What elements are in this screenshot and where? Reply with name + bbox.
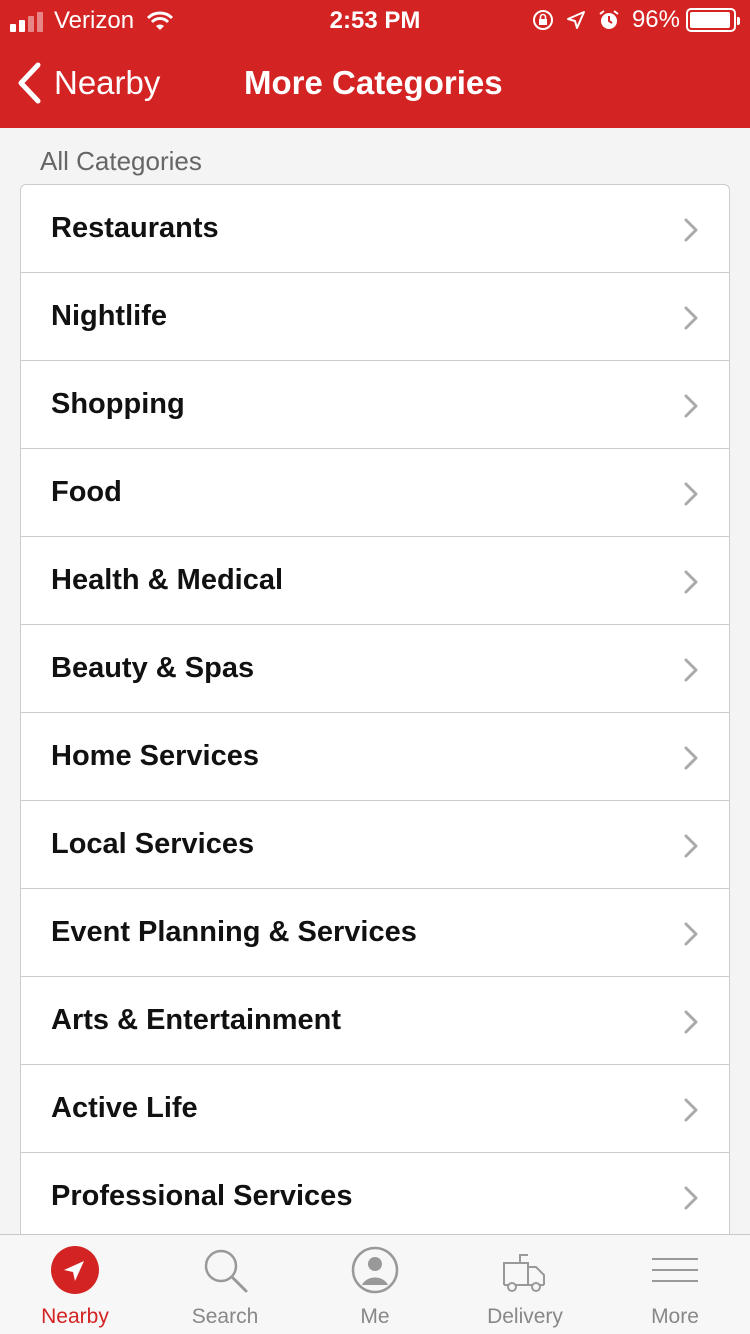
orientation-lock-icon <box>532 10 553 30</box>
category-row[interactable]: Arts & Entertainment <box>21 977 729 1065</box>
category-row[interactable]: Professional Services <box>21 1153 729 1241</box>
tab-delivery[interactable]: Delivery <box>450 1235 600 1334</box>
location-arrow-icon <box>51 1246 99 1294</box>
category-label: Health & Medical <box>51 564 284 596</box>
chevron-right-icon <box>684 218 698 242</box>
category-row[interactable]: Nightlife <box>21 273 729 361</box>
category-row[interactable]: Local Services <box>21 801 729 889</box>
category-label: Arts & Entertainment <box>51 1004 342 1036</box>
tab-label: Delivery <box>487 1305 563 1328</box>
menu-icon <box>652 1258 698 1282</box>
category-row[interactable]: Home Services <box>21 713 729 801</box>
category-row[interactable]: Shopping <box>21 361 729 449</box>
chevron-right-icon <box>684 658 698 682</box>
category-row[interactable]: Active Life <box>21 1065 729 1153</box>
tab-label: Me <box>360 1305 390 1328</box>
search-icon <box>204 1249 248 1293</box>
chevron-right-icon <box>684 570 698 594</box>
tab-more[interactable]: More <box>600 1235 750 1334</box>
tab-me[interactable]: Me <box>300 1235 450 1334</box>
battery-icon <box>686 8 740 32</box>
chevron-right-icon <box>684 482 698 506</box>
location-services-icon <box>566 11 585 29</box>
battery-percentage: 96% <box>631 6 680 33</box>
category-row[interactable]: Beauty & Spas <box>21 625 729 713</box>
category-label: Home Services <box>51 740 259 772</box>
category-row[interactable]: Food <box>21 449 729 537</box>
category-label: Beauty & Spas <box>51 652 255 684</box>
category-label: Local Services <box>51 828 255 860</box>
tab-label: Nearby <box>41 1305 109 1328</box>
chevron-right-icon <box>684 1010 698 1034</box>
category-label: Shopping <box>51 388 185 420</box>
category-label: Professional Services <box>51 1180 353 1212</box>
chevron-right-icon <box>684 306 698 330</box>
tab-label: More <box>651 1305 699 1328</box>
category-label: Nightlife <box>51 300 167 332</box>
chevron-right-icon <box>684 394 698 418</box>
chevron-right-icon <box>684 746 698 770</box>
category-label: Restaurants <box>51 212 219 244</box>
back-button[interactable]: Nearby <box>16 62 160 104</box>
chevron-right-icon <box>684 1186 698 1210</box>
chevron-right-icon <box>684 922 698 946</box>
tab-search[interactable]: Search <box>150 1235 300 1334</box>
category-label: Event Planning & Services <box>51 916 417 948</box>
section-header: All Categories <box>40 146 202 176</box>
navigation-bar: Nearby More Categories <box>0 40 750 128</box>
chevron-right-icon <box>684 834 698 858</box>
user-icon <box>351 1246 399 1294</box>
back-button-label: Nearby <box>54 64 161 101</box>
category-label: Food <box>51 476 122 508</box>
delivery-truck-icon <box>503 1254 545 1292</box>
tab-nearby[interactable]: Nearby <box>0 1235 150 1334</box>
alarm-icon <box>599 10 619 29</box>
category-label: Active Life <box>51 1092 198 1124</box>
status-bar: Verizon 2:53 PM 96% <box>0 0 750 40</box>
chevron-left-icon <box>18 62 41 104</box>
category-row[interactable]: Health & Medical <box>21 537 729 625</box>
category-row[interactable]: Event Planning & Services <box>21 889 729 977</box>
tab-label: Search <box>191 1305 259 1328</box>
category-row[interactable]: Restaurants <box>21 185 729 273</box>
category-list: Restaurants Nightlife Shopping Food Health &… <box>20 184 730 1334</box>
app-header: Verizon 2:53 PM 96% Nearby More Categori… <box>0 0 750 128</box>
chevron-right-icon <box>684 1098 698 1122</box>
tab-bar: Nearby Search Me Delivery More <box>0 1234 750 1334</box>
page-title: More Categories <box>244 64 503 101</box>
